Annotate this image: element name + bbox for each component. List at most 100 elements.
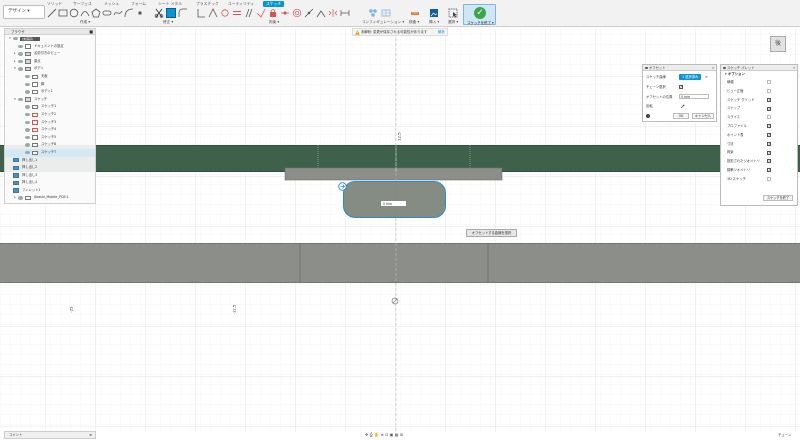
symmetry-constraint-icon[interactable]	[328, 8, 338, 18]
sketch-dimension-icon[interactable]	[340, 8, 350, 18]
polygon-icon[interactable]	[91, 8, 101, 18]
palette-option[interactable]: ビュー正面	[721, 87, 797, 96]
tree-item[interactable]: 押し出し1	[5, 157, 95, 165]
visibility-eye-icon[interactable]	[25, 112, 30, 117]
tab-surface[interactable]: サーフェス	[73, 1, 92, 7]
palette-option-checkbox[interactable]: ✓	[767, 97, 771, 102]
palette-section-options[interactable]: ▾ オプション	[721, 71, 797, 78]
visibility-eye-icon[interactable]	[18, 44, 23, 48]
equal-constraint-icon[interactable]	[232, 8, 242, 18]
palette-option[interactable]: ポイント表 ✓	[721, 131, 797, 140]
fillet-icon[interactable]	[178, 8, 188, 18]
measure-icon[interactable]	[410, 8, 420, 18]
tab-utility[interactable]: ユーティリティ	[228, 1, 254, 7]
warning-action-link[interactable]: 解析	[438, 29, 445, 35]
concentric-constraint-icon[interactable]	[292, 8, 302, 18]
arc-icon[interactable]	[80, 8, 90, 18]
palette-option-checkbox[interactable]: ✓	[767, 141, 771, 146]
group-constraints[interactable]: 拘束 ▾	[269, 20, 279, 25]
palette-option-checkbox[interactable]: ✓	[767, 106, 771, 111]
look-at-icon[interactable]: ⎙	[370, 432, 373, 437]
visibility-eye-icon[interactable]	[18, 59, 23, 64]
close-icon[interactable]: »	[712, 65, 714, 71]
tree-item[interactable]: 天板	[5, 73, 95, 81]
visibility-eye-icon[interactable]	[25, 143, 30, 147]
flip-icon[interactable]	[680, 104, 685, 109]
viewports-icon[interactable]: ⊞	[400, 432, 403, 437]
tree-item[interactable]: スケッチ2	[5, 111, 95, 119]
select-icon[interactable]	[448, 8, 458, 18]
visibility-eye-icon[interactable]	[25, 120, 30, 124]
palette-option[interactable]: 線種	[721, 78, 797, 87]
visibility-eye-icon[interactable]	[25, 74, 30, 79]
fix-constraint-icon[interactable]	[268, 8, 278, 18]
tree-item[interactable]: 押し出し4	[5, 179, 95, 187]
fit-icon[interactable]: ⊡	[385, 432, 388, 437]
dimension-label-top[interactable]: 12.5	[397, 132, 402, 140]
group-insert[interactable]: 挿入 ▾	[429, 20, 439, 25]
visibility-eye-icon[interactable]	[25, 105, 30, 109]
visibility-eye-icon[interactable]	[25, 82, 30, 86]
conic-icon[interactable]	[124, 8, 134, 18]
group-create[interactable]: 作成 ▾	[80, 20, 90, 25]
palette-option-checkbox[interactable]: ✓	[767, 168, 771, 173]
expand-arrow-icon[interactable]: ▾	[13, 65, 17, 73]
workspace-switcher[interactable]: デザイン ▾	[3, 5, 45, 19]
configuration-icon[interactable]	[368, 8, 378, 18]
expand-arrow-icon[interactable]: ▸	[13, 58, 17, 66]
tree-item[interactable]: ドキュメントの設定	[5, 43, 95, 51]
ok-button[interactable]: OK	[673, 113, 689, 119]
palette-option[interactable]: 投影されたジオメトリ ✓	[721, 157, 797, 166]
configuration-table-icon[interactable]	[381, 8, 391, 18]
tree-item[interactable]: ▾ (未保存)	[5, 35, 95, 43]
tree-item[interactable]: 押し出し3	[5, 172, 95, 180]
trim-icon[interactable]	[154, 8, 164, 18]
dimension-label-left1[interactable]: -25	[69, 306, 74, 312]
visibility-eye-icon[interactable]	[13, 37, 18, 41]
tab-sketch[interactable]: スケッチ	[263, 1, 285, 7]
palette-option[interactable]: プロファイル ✓	[721, 122, 797, 131]
group-inspect[interactable]: 検査 ▾	[409, 20, 419, 25]
tree-item[interactable]: ▸ Akashi_Mobile_PCB:1	[5, 194, 95, 202]
tree-item[interactable]: ▸ 名前付きのビュー	[5, 50, 95, 58]
tree-item[interactable]: ▸ 原点	[5, 58, 95, 66]
grid-settings-icon[interactable]: ▦	[395, 432, 399, 437]
tree-item[interactable]: 押し出し2	[5, 164, 95, 172]
curvature-constraint-icon[interactable]	[316, 8, 326, 18]
offset-tool-icon[interactable]	[166, 8, 176, 18]
add-comment-icon[interactable]: ⊕	[89, 432, 92, 438]
tree-item[interactable]: 脚	[5, 81, 95, 89]
tree-item[interactable]: スケッチ1	[5, 103, 95, 111]
offset-direction-icon[interactable]	[338, 182, 347, 191]
palette-option[interactable]: スケッチ グリッド ✓	[721, 96, 797, 105]
palette-option-checkbox[interactable]	[767, 177, 771, 182]
perpendicular-constraint-icon[interactable]	[256, 8, 266, 18]
tab-mesh[interactable]: メッシュ	[104, 1, 119, 7]
expand-arrow-icon[interactable]: ▾	[13, 96, 17, 104]
collapse-icon[interactable]: »	[793, 65, 795, 71]
insert-image-icon[interactable]	[429, 8, 439, 18]
rectangle-icon[interactable]	[58, 8, 68, 18]
view-cube[interactable]: 後	[770, 36, 786, 52]
group-configure[interactable]: コンフィギュレーション ▾	[362, 20, 404, 25]
tab-form[interactable]: フォーム	[131, 1, 146, 7]
palette-option[interactable]: 寸法 ✓	[721, 140, 797, 149]
palette-option[interactable]: スナップ ✓	[721, 104, 797, 113]
coincident-constraint-icon[interactable]	[208, 8, 218, 18]
tree-item[interactable]: ボディ1	[5, 88, 95, 96]
tangent-constraint-icon[interactable]	[220, 8, 230, 18]
circle-icon[interactable]	[69, 8, 79, 18]
clear-selection-icon[interactable]: ✕	[705, 74, 708, 80]
visibility-eye-icon[interactable]	[18, 67, 23, 71]
tree-item[interactable]: スケッチ5	[5, 134, 95, 142]
cancel-button[interactable]: キャンセル	[692, 113, 714, 119]
expand-arrow-icon[interactable]: ▾	[8, 35, 12, 43]
orbit-icon[interactable]: ✥	[365, 432, 368, 437]
tab-sheet-metal[interactable]: シート メタル	[158, 1, 182, 7]
offset-dialog-header[interactable]: オフセット »	[643, 65, 716, 71]
zoom-icon[interactable]: ⊕	[380, 432, 383, 437]
visibility-eye-icon[interactable]	[18, 97, 23, 102]
offset-value-input[interactable]: 0 mm	[380, 200, 407, 207]
expand-arrow-icon[interactable]: ▸	[13, 50, 17, 58]
palette-option-checkbox[interactable]	[767, 89, 771, 94]
